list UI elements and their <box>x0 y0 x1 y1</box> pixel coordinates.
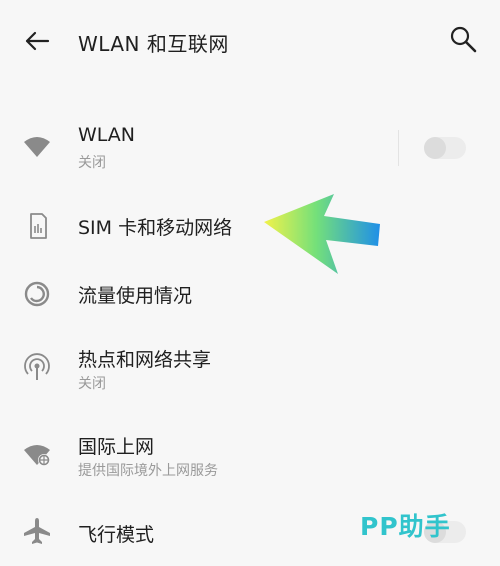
page-title: WLAN 和互联网 <box>78 32 229 56</box>
hotspot-icon <box>24 353 50 380</box>
airplane-label: 飞行模式 <box>78 524 155 546</box>
toggle-knob <box>424 137 446 159</box>
wifi-icon <box>24 137 50 157</box>
back-arrow-icon[interactable] <box>22 26 52 56</box>
settings-item-data-usage[interactable]: 流量使用情况 <box>0 270 500 322</box>
wlan-label: WLAN <box>78 124 136 146</box>
wlan-status: 关闭 <box>78 155 106 171</box>
search-icon[interactable] <box>448 24 478 54</box>
data-usage-label: 流量使用情况 <box>78 285 193 307</box>
sim-label: SIM 卡和移动网络 <box>78 217 233 239</box>
international-label: 国际上网 <box>78 436 155 458</box>
international-description: 提供国际境外上网服务 <box>78 463 218 479</box>
divider <box>398 130 399 166</box>
global-wifi-icon <box>24 445 50 466</box>
settings-item-sim[interactable]: SIM 卡和移动网络 <box>0 200 500 252</box>
sim-card-icon <box>30 213 47 239</box>
wlan-toggle[interactable] <box>424 137 466 159</box>
data-usage-icon <box>24 281 50 307</box>
settings-item-hotspot[interactable]: 热点和网络共享 关闭 <box>0 336 500 398</box>
hotspot-label: 热点和网络共享 <box>78 349 212 371</box>
settings-item-international[interactable]: 国际上网 提供国际境外上网服务 <box>0 424 500 486</box>
watermark-logo: PP助手 <box>360 512 451 541</box>
top-bar: WLAN 和互联网 <box>0 0 500 82</box>
airplane-icon <box>24 518 50 544</box>
hotspot-status: 关闭 <box>78 376 106 392</box>
